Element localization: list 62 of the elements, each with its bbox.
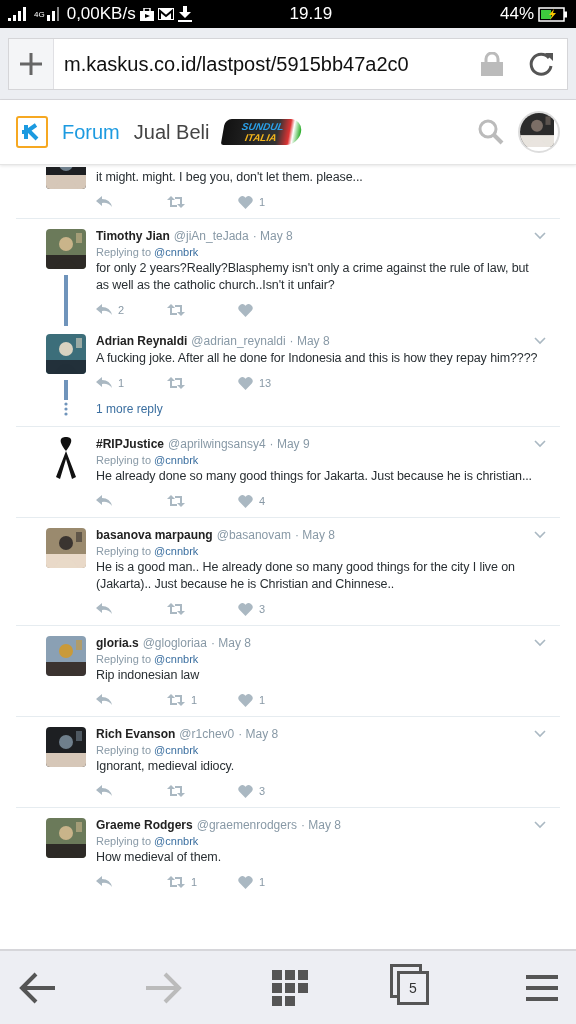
tweet-text: Ignorant, medieval idiocy. <box>96 758 236 775</box>
retweet-count: 1 <box>191 876 198 888</box>
user-name[interactable]: Adrian Reynaldi <box>96 334 188 348</box>
user-handle[interactable]: @adrian_reynaldi <box>191 334 286 348</box>
battery-percent: 44% <box>499 4 534 24</box>
tweet-text: for only 2 years?Really?Blasphemy isn't only a crime against the rule of law, but as well as the catholic church..Isn't it unfair? <box>96 260 530 294</box>
reply-count: 1 <box>118 377 125 389</box>
replying-label: Replying to <box>96 653 152 665</box>
replying-label: Replying to <box>96 835 152 847</box>
reply-count: 2 <box>118 304 125 316</box>
tweet-text: it might. might. I beg you, don't let them. please... <box>96 169 364 186</box>
nav-tab[interactable]: Jual Beli <box>133 120 210 144</box>
like-count: 13 <box>259 377 272 389</box>
retweet-count: 1 <box>191 694 198 706</box>
mention-link[interactable]: @cnnbrk <box>154 545 199 557</box>
tweet-date[interactable]: · May 8 <box>289 334 330 348</box>
clock: 19.19 <box>289 4 334 24</box>
mention-link[interactable]: @cnnbrk <box>154 744 199 756</box>
like-count: 1 <box>259 694 266 706</box>
replying-label: Replying to <box>96 246 152 258</box>
tweet-date[interactable]: · May 9 <box>269 437 310 451</box>
user-handle[interactable]: @aprilwingsansy4 <box>168 437 266 451</box>
data-speed: 0,00KB/s <box>66 4 136 24</box>
like-count: 1 <box>259 196 266 208</box>
user-handle[interactable]: @graemenrodgers <box>196 818 297 832</box>
network-type: 4G <box>34 9 45 19</box>
user-handle[interactable]: @glogloriaa <box>142 636 207 650</box>
replying-label: Replying to <box>96 545 152 557</box>
tweet-date[interactable]: · May 8 <box>210 636 251 650</box>
tweet-text: Rip indonesian law <box>96 667 201 684</box>
tweet-text: A fucking joke. After all he done for Indonesia and this is how they repay him???? <box>96 350 539 367</box>
replying-label: Replying to <box>96 454 152 466</box>
mention-link[interactable]: @cnnbrk <box>154 454 199 466</box>
user-name[interactable]: Rich Evanson <box>96 727 176 741</box>
mention-link[interactable]: @cnnbrk <box>154 835 199 847</box>
tweet-text: How medieval of them. <box>96 849 223 866</box>
tweet-date[interactable]: · May 8 <box>238 727 279 741</box>
mention-link[interactable]: @cnnbrk <box>154 653 199 665</box>
user-name[interactable]: basanova marpaung <box>96 528 213 542</box>
user-handle[interactable]: @basanovam <box>216 528 291 542</box>
tweet-date[interactable]: · May 8 <box>252 229 293 243</box>
user-name[interactable]: gloria.s <box>96 636 139 650</box>
address-bar[interactable]: m.kaskus.co.id/lastpost/5915bb47a2c0 <box>8 38 568 90</box>
tweet-date[interactable]: · May 8 <box>294 528 335 542</box>
banner-logo[interactable]: SUNDUL ITALIA <box>221 119 304 145</box>
like-count: 3 <box>259 603 266 615</box>
user-name[interactable]: Timothy Jian <box>96 229 170 243</box>
replying-label: Replying to <box>96 744 152 756</box>
user-name[interactable]: #RIPJustice <box>96 437 165 451</box>
like-count: 4 <box>259 495 266 507</box>
more-replies-link[interactable]: 1 more reply <box>96 402 163 416</box>
user-name[interactable]: Graeme Rodgers <box>96 818 193 832</box>
tweet-date[interactable]: · May 8 <box>300 818 341 832</box>
like-count: 3 <box>259 785 266 797</box>
mention-link[interactable]: @cnnbrk <box>154 246 199 258</box>
nav-tab[interactable]: Forum <box>62 120 120 144</box>
like-count: 1 <box>259 876 266 888</box>
user-handle[interactable]: @jiAn_teJada <box>173 229 249 243</box>
user-handle[interactable]: @r1chev0 <box>179 727 235 741</box>
tweet-text: He already done so many good things for Jakarta. Just because he is christian... <box>96 468 533 485</box>
url-text: m.kaskus.co.id/lastpost/5915bb47a2c0 <box>64 52 410 76</box>
tweet-text: He is a good man.. He already done so many good things for the city I live on (Jakarta).. Just because he is Christian and Chinnese.. <box>96 559 516 593</box>
